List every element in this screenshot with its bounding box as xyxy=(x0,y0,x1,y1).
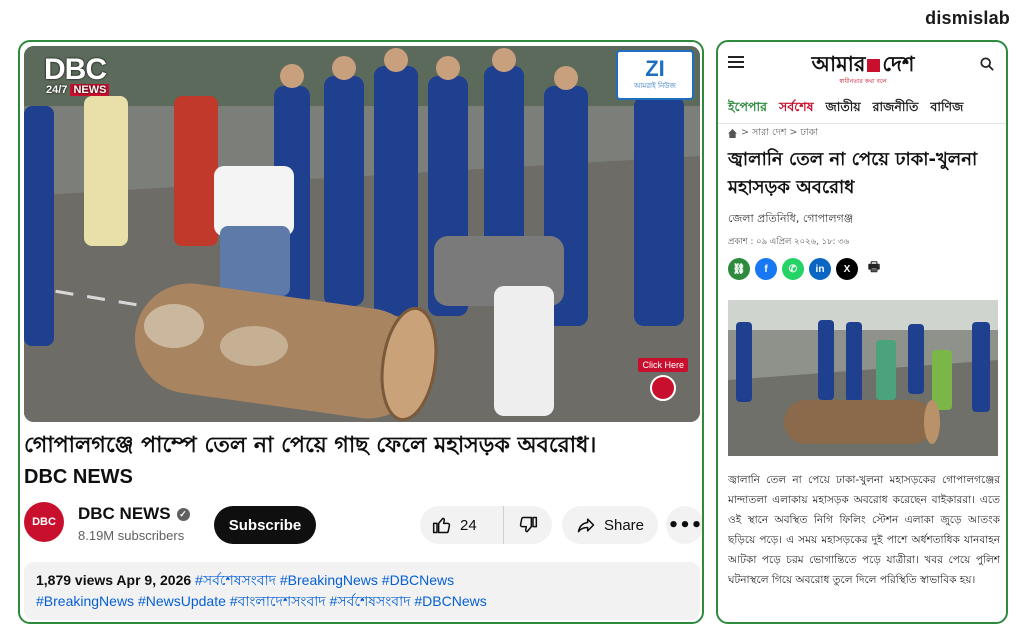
nav-item-national[interactable]: জাতীয় xyxy=(826,94,861,123)
whatsapp-icon[interactable]: ✆ xyxy=(782,258,804,280)
views-and-date: 1,879 views Apr 9, 2026 xyxy=(36,572,192,588)
like-count: 24 xyxy=(460,516,477,534)
thumbs-down-icon xyxy=(519,516,538,533)
search-icon[interactable] xyxy=(980,57,994,71)
share-button[interactable]: Share xyxy=(562,506,658,544)
youtube-panel: DBC 24/7 NEWS ZI আমরাই নিউজ Click Here গ… xyxy=(18,40,704,624)
video-title-channel: DBC NEWS xyxy=(24,466,133,488)
video-description[interactable]: 1,879 views Apr 9, 2026 #সর্বশেষসংবাদ #B… xyxy=(24,562,700,620)
nav-item-epaper[interactable]: ইপেপার xyxy=(728,94,767,123)
article-date: প্রকাশ : ০৯ এপ্রিল ২০২৬, ১৮: ৩৬ xyxy=(728,237,850,247)
amardesh-panel: আমার দেশ স্বাধীনতার কথা বলে ইপেপার সর্বশে… xyxy=(716,40,1008,624)
video-player[interactable]: DBC 24/7 NEWS ZI আমরাই নিউজ Click Here xyxy=(24,46,700,422)
breadcrumb: > সারা দেশ > ঢাকা xyxy=(728,126,818,141)
article-body: জ্বালানি তেল না পেয়ে ঢাকা-খুলনা মহাসড়ক… xyxy=(728,474,1000,586)
nav-item-politics[interactable]: রাজনীতি xyxy=(873,94,919,123)
zi-channel-badge: ZI আমরাই নিউজ xyxy=(616,50,694,100)
hashtags-line-2[interactable]: #BreakingNews #NewsUpdate #বাংলাদেশসংবাদ… xyxy=(36,591,688,612)
nav-item-business[interactable]: বাণিজ xyxy=(930,94,963,123)
thumbs-up-icon xyxy=(432,517,451,534)
article-photo-illustration xyxy=(728,300,998,456)
channel-avatar[interactable]: DBC xyxy=(24,502,64,542)
article-byline: জেলা প্রতিনিধি, গোপালগঞ্জ xyxy=(728,212,854,225)
channel-name[interactable]: DBC NEWS ✓ xyxy=(78,504,190,524)
like-dislike-group: 24 xyxy=(420,506,552,544)
copy-link-icon[interactable]: ⛓ xyxy=(728,258,750,280)
more-options-button[interactable]: ••• xyxy=(666,506,703,544)
click-here-overlay[interactable]: Click Here xyxy=(638,358,688,401)
like-button[interactable]: 24 xyxy=(420,506,504,544)
share-arrow-icon xyxy=(577,518,595,533)
verified-icon: ✓ xyxy=(176,507,190,521)
article-headline: জ্বালানি তেল না পেয়ে ঢাকা-খুলনা মহাসড়ক… xyxy=(728,149,978,198)
x-twitter-icon[interactable]: X xyxy=(836,258,858,280)
site-tagline: স্বাধীনতার কথা বলে xyxy=(839,78,887,85)
video-title: গোপালগঞ্জে পাম্পে তেল না পেয়ে গাছ ফেলে … xyxy=(24,433,597,458)
subscribe-button[interactable]: Subscribe xyxy=(214,506,316,544)
site-header: আমার দেশ স্বাধীনতার কথা বলে xyxy=(718,42,1006,88)
hashtags-line-1[interactable]: #সর্বশেষসংবাদ #BreakingNews #DBCNews xyxy=(195,572,454,588)
video-frame-illustration xyxy=(24,46,700,422)
click-here-icon[interactable] xyxy=(650,375,677,401)
linkedin-icon[interactable]: in xyxy=(809,258,831,280)
dismislab-logo: dismislab xyxy=(925,8,1010,28)
nav-item-latest[interactable]: সর্বশেষ xyxy=(779,94,814,123)
home-icon[interactable] xyxy=(728,129,737,138)
dbc-watermark-logo: DBC 24/7 NEWS xyxy=(44,55,110,96)
dislike-button[interactable] xyxy=(504,506,552,544)
breadcrumb-path[interactable]: > সারা দেশ > ঢাকা xyxy=(741,126,818,141)
subscriber-count: 8.19M subscribers xyxy=(78,528,185,543)
article-photo xyxy=(728,300,998,456)
print-icon[interactable]: 🖶 xyxy=(863,258,885,280)
site-nav: ইপেপার সর্বশেষ জাতীয় রাজনীতি বাণিজ xyxy=(718,94,1006,124)
more-dots-icon: ••• xyxy=(667,514,703,536)
hamburger-menu-icon[interactable] xyxy=(728,56,744,68)
share-icons-row: ⛓ f ✆ in X 🖶 xyxy=(728,258,885,280)
facebook-icon[interactable]: f xyxy=(755,258,777,280)
